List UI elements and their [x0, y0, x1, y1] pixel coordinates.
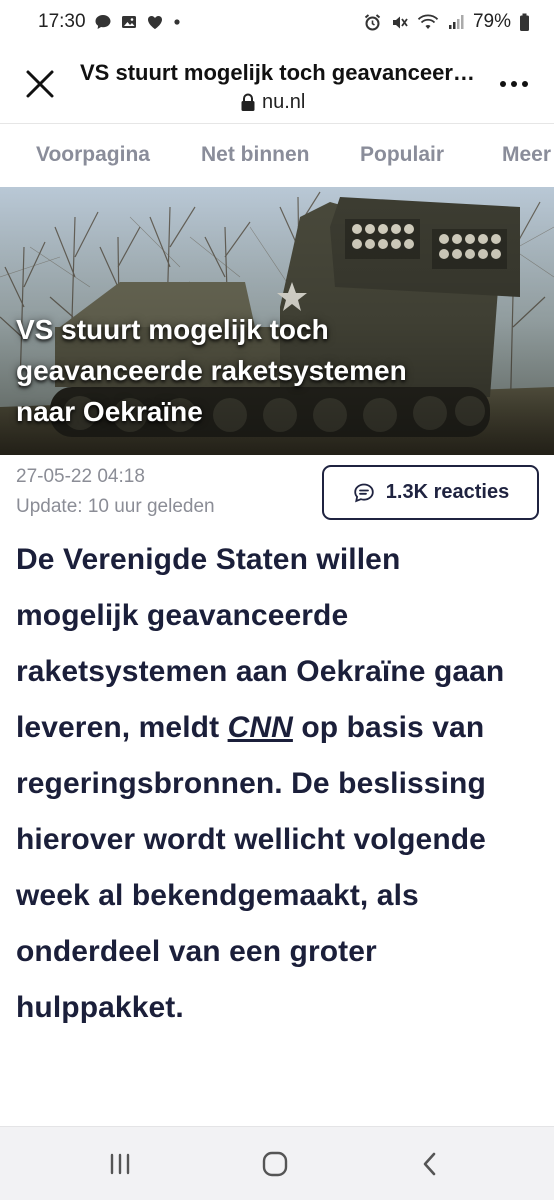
body-line: raketsystemen aan Oekraïne gaan: [16, 655, 505, 688]
hero-image[interactable]: VS stuurt mogelijk toch geavanceerde rak…: [0, 187, 554, 455]
body-text: op basis van: [301, 711, 485, 744]
close-button[interactable]: [22, 66, 58, 102]
body-line: week al bekendgemaakt, als: [16, 879, 419, 912]
comment-icon: [354, 483, 374, 502]
article-title-line: naar Oekraïne: [16, 396, 203, 427]
body-line: onderdeel van een groter: [16, 935, 377, 968]
back-button[interactable]: [410, 1147, 450, 1181]
status-left: 17:30: [38, 11, 182, 33]
battery-icon: [519, 13, 530, 32]
tab-meer[interactable]: Meer: [502, 143, 551, 167]
body-line: hierover wordt wellicht volgende: [16, 823, 486, 856]
body-text: leveren, meldt: [16, 711, 220, 744]
heart-icon: [146, 13, 164, 31]
chat-bubble-icon: [94, 13, 112, 31]
browser-header: VS stuurt mogelijk toch geavanceerde rak…: [0, 44, 554, 124]
image-icon: [120, 13, 138, 31]
section-tabs: Voorpagina Net binnen Populair Meer: [0, 125, 554, 187]
wifi-icon: [417, 13, 439, 31]
article-title-line: VS stuurt mogelijk toch: [16, 314, 329, 345]
recent-apps-button[interactable]: [100, 1147, 140, 1181]
home-icon: [262, 1151, 288, 1177]
tab-voorpagina[interactable]: Voorpagina: [36, 143, 150, 167]
alarm-icon: [363, 13, 382, 32]
body-line: hulppakket.: [16, 991, 184, 1024]
more-dot-icon: [500, 81, 506, 87]
status-bar: 17:30 79%: [0, 0, 554, 44]
publish-date: 27-05-22 04:18: [16, 466, 145, 487]
tab-net-binnen[interactable]: Net binnen: [201, 143, 310, 167]
signal-icon: [447, 13, 465, 31]
body-line: regeringsbronnen. De beslissing: [16, 767, 486, 800]
reactions-button[interactable]: 1.3K reacties: [322, 465, 539, 520]
article-title-line: geavanceerde raketsystemen: [16, 355, 407, 386]
tab-populair[interactable]: Populair: [360, 143, 444, 167]
body-line: De Verenigde Staten willen: [16, 543, 401, 576]
cnn-link[interactable]: CNN: [228, 711, 293, 744]
page-title: VS stuurt mogelijk toch geavanceerde rak…: [80, 60, 475, 85]
update-time: Update: 10 uur geleden: [16, 496, 215, 517]
status-time: 17:30: [38, 11, 86, 32]
more-options-button[interactable]: [496, 72, 532, 96]
home-button[interactable]: [255, 1147, 295, 1181]
status-right: 79%: [363, 11, 530, 33]
article-meta: 27-05-22 04:18 Update: 10 uur geleden: [16, 462, 215, 522]
recent-apps-icon: [110, 1153, 130, 1175]
battery-percent: 79%: [472, 11, 511, 32]
back-icon: [423, 1152, 436, 1176]
body-line: mogelijk geavanceerde: [16, 599, 349, 632]
dot-icon: [172, 17, 182, 27]
system-nav-bar: [0, 1126, 554, 1200]
lock-icon: [241, 93, 255, 111]
article-title: VS stuurt mogelijk toch geavanceerde rak…: [16, 309, 536, 432]
mute-icon: [390, 13, 409, 32]
reactions-count: 1.3K reacties: [385, 481, 510, 503]
body-line: leveren, meldt CNN op basis van: [16, 700, 541, 756]
more-dot-icon: [511, 81, 517, 87]
more-dot-icon: [522, 81, 528, 87]
url-display: nu.nl: [240, 91, 305, 114]
url-text: nu.nl: [262, 91, 306, 113]
close-icon: [26, 70, 54, 98]
article-body: De Verenigde Staten willen mogelijk geav…: [16, 532, 541, 1036]
